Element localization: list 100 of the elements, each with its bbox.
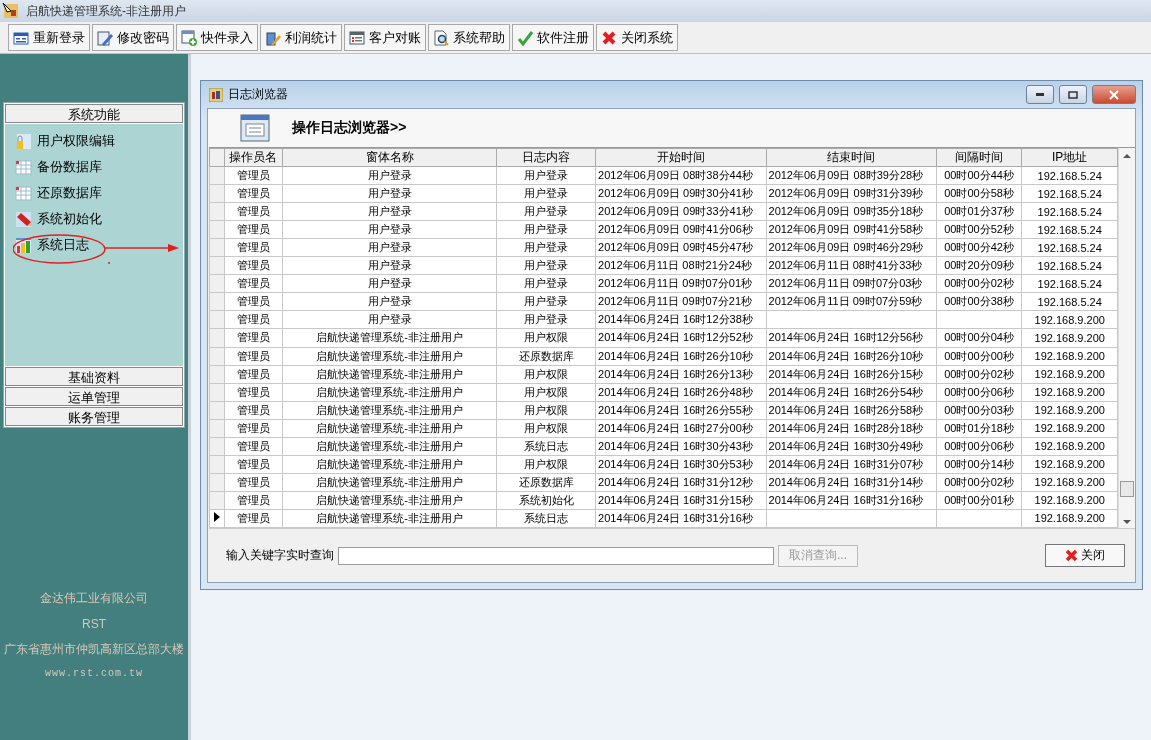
table-cell: 2014年06月24日 16时12分38秒 xyxy=(595,310,766,329)
table-cell: 00时00分03秒 xyxy=(936,401,1022,420)
table-cell: 00时00分02秒 xyxy=(936,274,1022,293)
table-cell: 2014年06月24日 16时30分43秒 xyxy=(595,437,766,456)
sidebar-item[interactable]: 用户权限编辑 xyxy=(5,128,183,154)
toolbar-button[interactable]: 修改密码 xyxy=(92,24,174,51)
table-cell: 2012年06月11日 09时07分03秒 xyxy=(766,274,937,293)
column-header[interactable]: 开始时间 xyxy=(595,148,766,167)
table-cell: 192.168.9.200 xyxy=(1021,473,1118,492)
toolbar-button[interactable]: 关闭系统 xyxy=(596,24,678,51)
table-cell: 用户登录 xyxy=(282,310,497,329)
table-cell: 2012年06月11日 08时41分33秒 xyxy=(766,256,937,275)
table-cell: 00时00分02秒 xyxy=(936,473,1022,492)
table-cell: 00时00分58秒 xyxy=(936,184,1022,203)
table-cell: 用户权限 xyxy=(496,401,596,420)
table-cell: 00时00分42秒 xyxy=(936,238,1022,257)
sidebar-section-header[interactable]: 系统功能 xyxy=(5,104,183,123)
table-cell: 管理员 xyxy=(224,401,283,420)
toolbar-button[interactable]: 客户对账 xyxy=(344,24,426,51)
table-cell: 00时00分04秒 xyxy=(936,328,1022,347)
scroll-up-icon xyxy=(1123,153,1132,159)
table-cell: 00时00分44秒 xyxy=(936,166,1022,185)
checkmark-icon xyxy=(517,29,533,46)
column-header[interactable]: 结束时间 xyxy=(766,148,937,167)
search-field[interactable] xyxy=(338,546,774,565)
table-cell: 00时00分06秒 xyxy=(936,383,1022,402)
sidebar-item[interactable]: 系统日志 xyxy=(5,232,183,258)
table-icon xyxy=(15,184,32,202)
table-cell: 管理员 xyxy=(224,365,283,384)
toolbar-button[interactable]: 快件录入 xyxy=(176,24,258,51)
close-button[interactable]: 关闭 xyxy=(1045,544,1125,567)
table-cell: 192.168.9.200 xyxy=(1021,509,1118,528)
column-header[interactable]: 日志内容 xyxy=(496,148,596,167)
scroll-down-icon xyxy=(1123,519,1132,525)
table-cell: 2014年06月24日 16时28分18秒 xyxy=(766,419,937,438)
table-cell: 2012年06月11日 08时21分24秒 xyxy=(595,256,766,275)
scroll-thumb[interactable] xyxy=(1120,481,1135,497)
sidebar-section-header[interactable]: 账务管理 xyxy=(5,407,183,426)
table-cell: 192.168.5.24 xyxy=(1021,202,1118,221)
table-cell: 用户登录 xyxy=(282,292,497,311)
table-cell: 用户登录 xyxy=(282,220,497,239)
table-cell: 管理员 xyxy=(224,310,283,329)
table-cell: 192.168.9.200 xyxy=(1021,328,1118,347)
list-icon xyxy=(349,29,365,46)
toolbar-button[interactable]: 利润统计 xyxy=(260,24,342,51)
table-cell: 管理员 xyxy=(224,491,283,510)
table-cell: 00时01分37秒 xyxy=(936,202,1022,221)
column-header[interactable]: 操作员名 xyxy=(224,148,283,167)
column-header[interactable]: IP地址 xyxy=(1021,148,1118,167)
table-cell: 192.168.5.24 xyxy=(1021,220,1118,239)
window-icon xyxy=(13,29,29,46)
maximize-button[interactable] xyxy=(1059,85,1087,104)
table-cell: 管理员 xyxy=(224,383,283,402)
table-cell: 192.168.9.200 xyxy=(1021,383,1118,402)
table-cell: 2012年06月11日 09时07分21秒 xyxy=(595,292,766,311)
table-cell: 00时00分02秒 xyxy=(936,365,1022,384)
column-header[interactable]: 窗体名称 xyxy=(282,148,497,167)
toolbar-button[interactable]: 重新登录 xyxy=(8,24,90,51)
close-icon xyxy=(1065,549,1078,562)
minimize-button[interactable] xyxy=(1026,85,1054,104)
pencil-icon xyxy=(97,29,113,46)
sidebar-item[interactable]: 还原数据库 xyxy=(5,180,183,206)
column-header[interactable]: 间隔时间 xyxy=(936,148,1022,167)
table-cell: 192.168.9.200 xyxy=(1021,419,1118,438)
table-cell: 用户登录 xyxy=(496,310,596,329)
table-cell: 2014年06月24日 16时27分00秒 xyxy=(595,419,766,438)
search-icon xyxy=(433,29,449,46)
scrollbar[interactable] xyxy=(1118,148,1135,528)
table-cell: 用户权限 xyxy=(496,455,596,474)
table-cell: 2012年06月11日 09时07分01秒 xyxy=(595,274,766,293)
table-cell: 192.168.5.24 xyxy=(1021,166,1118,185)
table-cell: 用户权限 xyxy=(496,328,596,347)
sidebar-item[interactable]: 系统初始化 xyxy=(5,206,183,232)
table-icon xyxy=(15,158,32,176)
table-cell: 用户登录 xyxy=(496,274,596,293)
close-button[interactable] xyxy=(1092,85,1136,104)
table-cell: 2012年06月09日 09时35分18秒 xyxy=(766,202,937,221)
table-cell: 2014年06月24日 16时26分10秒 xyxy=(595,347,766,366)
sidebar-section-header[interactable]: 基础资料 xyxy=(5,367,183,386)
table-cell: 管理员 xyxy=(224,274,283,293)
table-cell: 启航快递管理系统-非注册用户 xyxy=(282,455,497,474)
table-cell: 管理员 xyxy=(224,166,283,185)
sidebar-section-header[interactable]: 运单管理 xyxy=(5,387,183,406)
row-pointer-icon xyxy=(213,512,220,523)
table-cell: 还原数据库 xyxy=(496,473,596,492)
table-cell: 用户登录 xyxy=(282,256,497,275)
table-cell: 2012年06月09日 09时41分58秒 xyxy=(766,220,937,239)
table-cell: 2014年06月24日 16时26分15秒 xyxy=(766,365,937,384)
table-cell: 2014年06月24日 16时26分48秒 xyxy=(595,383,766,402)
add-icon xyxy=(181,29,197,46)
toolbar-button[interactable]: 系统帮助 xyxy=(428,24,510,51)
table-cell: 管理员 xyxy=(224,256,283,275)
sidebar-item[interactable]: 备份数据库 xyxy=(5,154,183,180)
search-label: 输入关键字实时查询 xyxy=(226,547,334,564)
window-icon xyxy=(240,114,270,142)
maximize-icon xyxy=(1068,90,1078,99)
toolbar-button[interactable]: 软件注册 xyxy=(512,24,594,51)
window-title: 启航快递管理系统-非注册用户 xyxy=(26,2,186,20)
table-cell: 用户登录 xyxy=(496,292,596,311)
table-cell: 用户登录 xyxy=(282,202,497,221)
